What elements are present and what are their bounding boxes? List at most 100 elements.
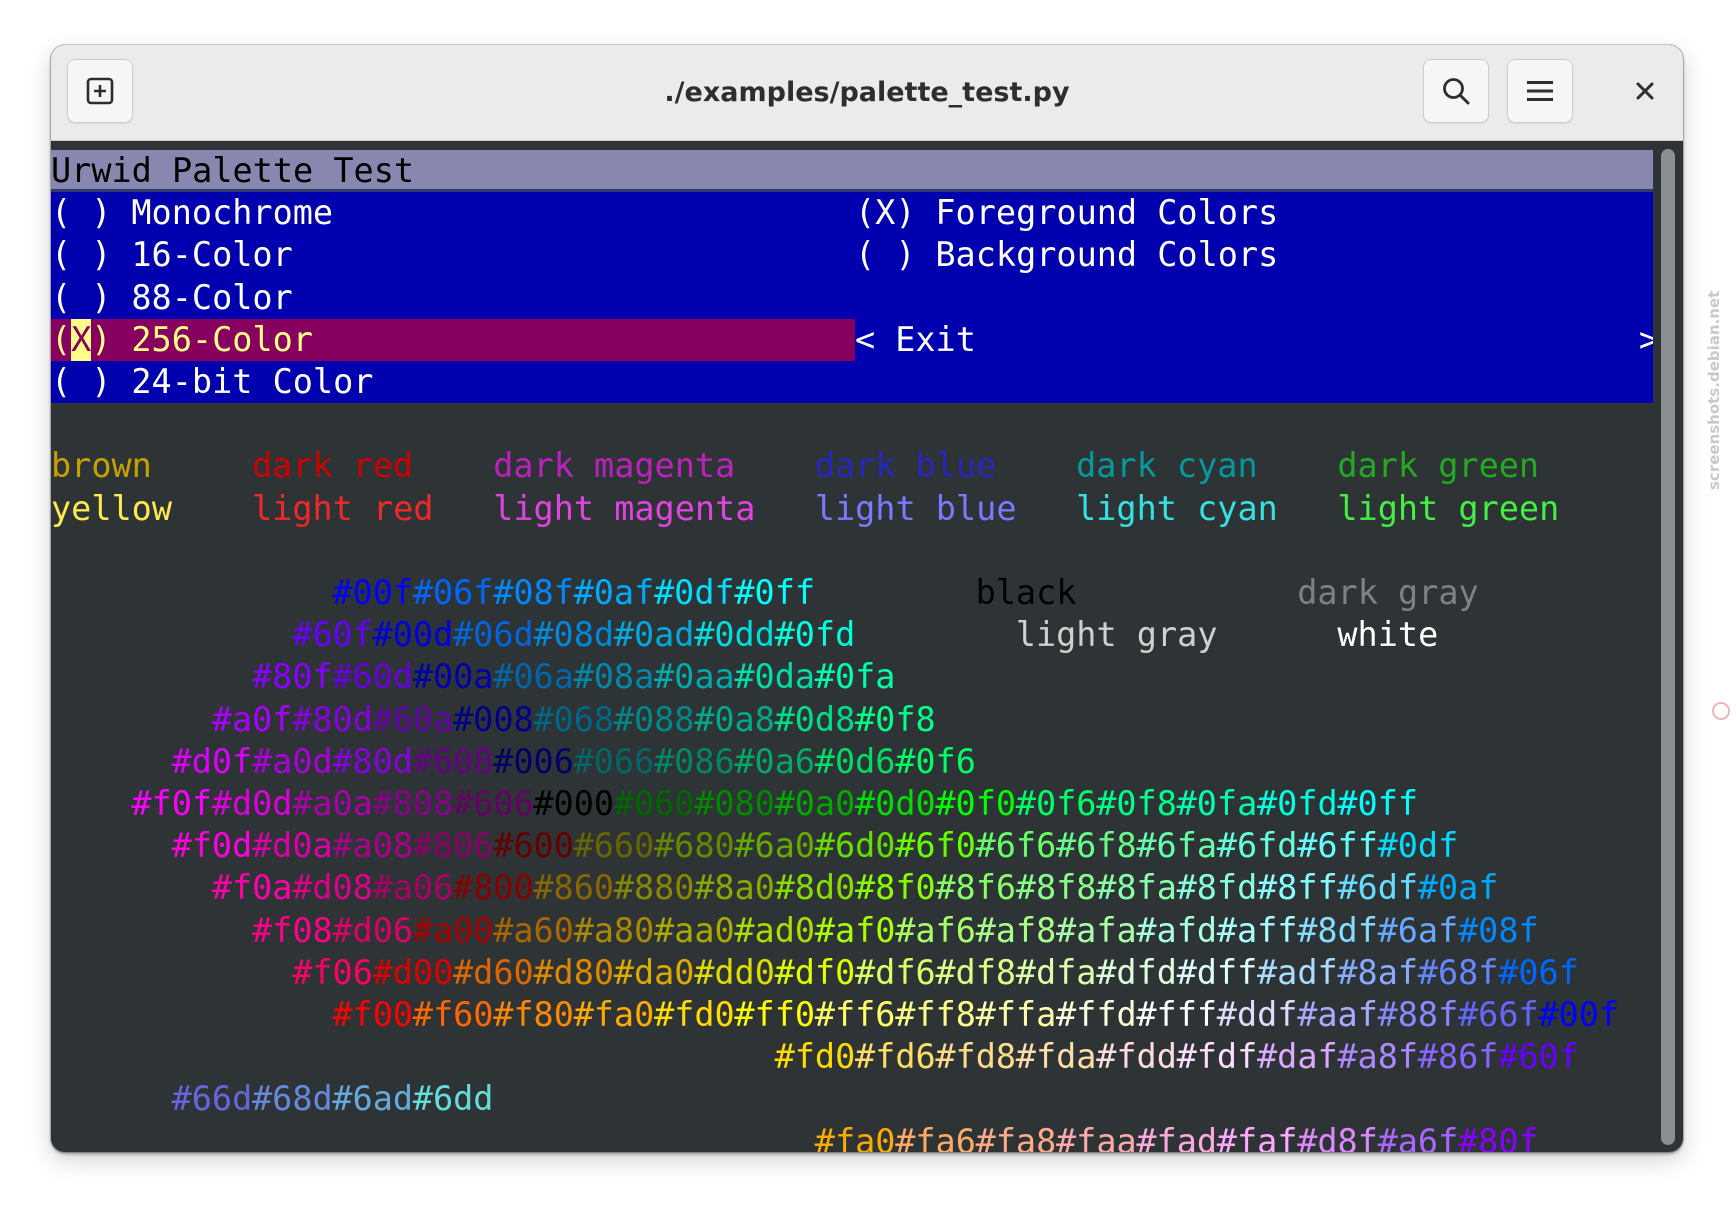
hex-color-swatch: #a80 <box>573 910 655 950</box>
hex-color-swatch: #daf <box>1257 1037 1338 1077</box>
scrollbar-thumb[interactable] <box>1661 149 1675 1145</box>
exit-button[interactable]: Exit <box>895 319 976 361</box>
hex-color-swatch: #6dd <box>412 1079 494 1119</box>
terminal-content[interactable]: Urwid Palette Test( ) Monochrome( ) 16-Col… <box>51 141 1653 1152</box>
hex-color-swatch: #6af <box>1377 910 1459 950</box>
radio-monochrome[interactable]: Monochrome <box>131 192 333 234</box>
hex-color-swatch: #008 <box>453 699 534 739</box>
radio-mark-monochrome[interactable] <box>71 192 91 234</box>
color-label-dark-red: dark red <box>252 446 414 486</box>
radio-background-colors[interactable]: Background Colors <box>935 234 1278 276</box>
radio-256-color[interactable]: 256-Color <box>131 319 313 361</box>
hex-color-swatch: #aaf <box>1297 995 1378 1034</box>
color-label-dark-cyan: dark cyan <box>1076 446 1258 486</box>
hex-color-swatch: #808 <box>372 784 454 823</box>
exit-button-right-bracket[interactable]: > <box>1639 319 1653 361</box>
radio-open-16-color[interactable]: ( <box>51 234 71 276</box>
hex-color-swatch: #d80 <box>533 952 615 992</box>
hex-color-swatch: #06a <box>493 657 574 697</box>
radio-88-color[interactable]: 88-Color <box>131 277 292 319</box>
radio-foreground-colors[interactable]: Foreground Colors <box>935 192 1278 234</box>
hex-color-swatch: #0a0 <box>774 784 856 823</box>
hex-color-swatch: #a0d <box>252 741 333 781</box>
color-label-light-green: light green <box>1337 488 1560 528</box>
hex-color-swatch: #00f <box>1538 995 1620 1034</box>
hex-color-swatch: #880 <box>613 868 695 908</box>
hex-color-swatch: #8af <box>1337 952 1419 992</box>
color-label-light-blue: light blue <box>814 488 1017 528</box>
hex-color-swatch: #af8 <box>975 910 1057 950</box>
watermark: screenshots.debian.net <box>1705 290 1723 490</box>
radio-24-bit-color[interactable]: 24-bit Color <box>131 361 373 403</box>
hex-color-swatch: #aa0 <box>654 910 735 950</box>
close-button[interactable] <box>1623 69 1667 113</box>
hex-color-swatch: #fff <box>1136 995 1218 1034</box>
hex-color-swatch: #afd <box>1136 910 1218 950</box>
radio-mark-16-color[interactable] <box>71 234 91 276</box>
hex-color-swatch: #6fd <box>1216 826 1298 866</box>
header-bar: ./examples/palette_test.py <box>51 45 1683 141</box>
hex-color-swatch: #a0f <box>211 699 293 739</box>
hex-color-swatch: #0fa <box>1176 784 1258 823</box>
window-title: ./examples/palette_test.py <box>664 77 1070 108</box>
hex-color-swatch: #d00 <box>372 952 454 992</box>
hex-color-swatch: #0fd <box>774 615 856 655</box>
hex-color-swatch: #60d <box>332 657 414 697</box>
hex-color-swatch: #0d8 <box>774 699 856 739</box>
radio-close-monochrome[interactable]: ) <box>91 192 111 234</box>
radio-open-monochrome[interactable]: ( <box>51 192 71 234</box>
radio-open-256-color[interactable]: ( <box>51 319 71 361</box>
radio-mark-foreground-colors[interactable]: (X) <box>855 192 916 234</box>
hex-color-swatch: #0fd <box>1257 784 1338 823</box>
search-button[interactable] <box>1423 59 1489 123</box>
hex-color-swatch: #fa6 <box>895 1121 976 1152</box>
hex-color-swatch: #8a0 <box>694 868 775 908</box>
radio-close-88-color[interactable]: ) <box>91 277 111 319</box>
hex-color-swatch: #00f <box>332 573 414 612</box>
hex-color-swatch: #f80 <box>493 995 574 1034</box>
radio-close-256-color[interactable]: ) <box>91 319 111 361</box>
hex-color-swatch: #0f6 <box>895 741 976 781</box>
exit-button-left-bracket[interactable]: < <box>855 319 875 361</box>
hex-color-swatch: #66f <box>1458 995 1539 1034</box>
app-title: Urwid Palette Test <box>51 151 415 190</box>
hex-color-swatch: #0dd <box>694 615 775 655</box>
radio-close-16-color[interactable]: ) <box>91 234 111 276</box>
radio-16-color[interactable]: 16-Color <box>131 234 292 276</box>
hex-color-swatch: #a6f <box>1377 1121 1459 1152</box>
color-label-dark-green: dark green <box>1337 446 1540 486</box>
hex-color-swatch: #f0d <box>171 826 253 866</box>
radio-open-88-color[interactable]: ( <box>51 277 71 319</box>
radio-mark-background-colors[interactable]: ( ) <box>855 234 916 276</box>
hex-color-swatch: #80d <box>292 699 373 739</box>
hex-color-swatch: #608 <box>412 741 494 781</box>
hex-color-swatch: #66d <box>171 1079 253 1119</box>
hex-color-swatch: #a00 <box>412 910 494 950</box>
hex-color-swatch: #6f8 <box>1056 826 1137 866</box>
hex-color-swatch: #8f0 <box>855 868 936 908</box>
color-label-light-red: light red <box>252 488 434 528</box>
hex-color-swatch: #8fa <box>1096 868 1177 908</box>
hex-color-swatch: #8fd <box>1176 868 1258 908</box>
hex-color-swatch: #86f <box>1417 1037 1499 1077</box>
hex-color-swatch: #0df <box>1377 826 1459 866</box>
radio-mark-88-color[interactable] <box>71 277 91 319</box>
hex-color-swatch: #60f <box>1498 1037 1579 1077</box>
hex-color-swatch: #faf <box>1216 1121 1298 1152</box>
hex-color-swatch: #680 <box>654 826 735 866</box>
color-label-light-cyan: light cyan <box>1076 488 1278 528</box>
radio-close-24-bit-color[interactable]: ) <box>91 361 111 403</box>
radio-mark-24-bit-color[interactable] <box>71 361 91 403</box>
hex-color-swatch: #8ff <box>1257 868 1338 908</box>
menu-button[interactable] <box>1507 59 1573 123</box>
radio-open-24-bit-color[interactable]: ( <box>51 361 71 403</box>
hex-color-swatch: #a8f <box>1337 1037 1419 1077</box>
hex-color-swatch: #08f <box>493 573 574 612</box>
hex-color-swatch: #068 <box>533 699 615 739</box>
hex-color-swatch: #d06 <box>332 910 414 950</box>
hex-color-swatch: #0aa <box>654 657 735 697</box>
hex-color-swatch: #806 <box>412 826 494 866</box>
new-tab-button[interactable] <box>67 59 133 123</box>
hex-color-swatch: #6f6 <box>975 826 1057 866</box>
radio-mark-256-color[interactable]: X <box>71 319 91 361</box>
